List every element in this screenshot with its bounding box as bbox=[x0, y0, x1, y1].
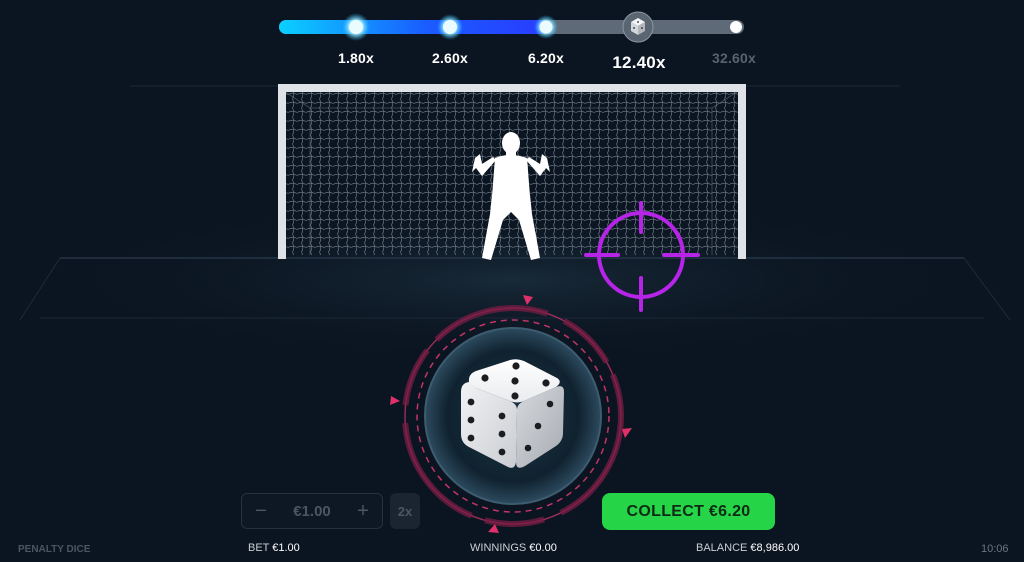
bet-amount-control: − €1.00 + bbox=[241, 493, 383, 529]
increase-bet-button[interactable]: + bbox=[352, 500, 374, 523]
progress-node-1 bbox=[342, 13, 370, 41]
multiplier-label-2: 2.60x bbox=[431, 50, 469, 66]
footer-bet: BET €1.00 bbox=[248, 542, 300, 554]
progress-node-5 bbox=[730, 21, 742, 33]
clock: 10:06 bbox=[981, 543, 1009, 555]
dice-icon bbox=[622, 11, 654, 43]
brand-logo: PENALTY DICE bbox=[18, 544, 91, 555]
bet-value: €1.00 bbox=[272, 542, 300, 554]
progress-node-3 bbox=[534, 15, 558, 39]
winnings-label: WINNINGS bbox=[470, 542, 527, 554]
game-scene bbox=[19, 11, 1011, 533]
multiplier-label-current: 12.40x bbox=[612, 53, 666, 72]
footer-winnings: WINNINGS €0.00 bbox=[470, 542, 557, 554]
multiplier-label-5: 32.60x bbox=[711, 50, 757, 66]
winnings-value: €0.00 bbox=[529, 542, 557, 554]
balance-label: BALANCE bbox=[696, 542, 748, 554]
ring-marker-icon bbox=[390, 396, 400, 405]
ring-marker-icon bbox=[622, 428, 632, 438]
bet-amount-value: €1.00 bbox=[293, 502, 331, 520]
balance-value: €8,986.00 bbox=[750, 542, 800, 554]
progress-node-2 bbox=[437, 14, 463, 40]
footer-balance: BALANCE €8,986.00 bbox=[696, 542, 799, 554]
decrease-bet-button[interactable]: − bbox=[250, 500, 272, 523]
multiplier-label-3: 6.20x bbox=[527, 50, 565, 66]
double-bet-button[interactable]: 2x bbox=[390, 493, 420, 529]
multiplier-label-1: 1.80x bbox=[337, 50, 375, 66]
bet-label: BET bbox=[248, 542, 270, 554]
collect-button[interactable]: COLLECT €6.20 bbox=[602, 493, 775, 530]
